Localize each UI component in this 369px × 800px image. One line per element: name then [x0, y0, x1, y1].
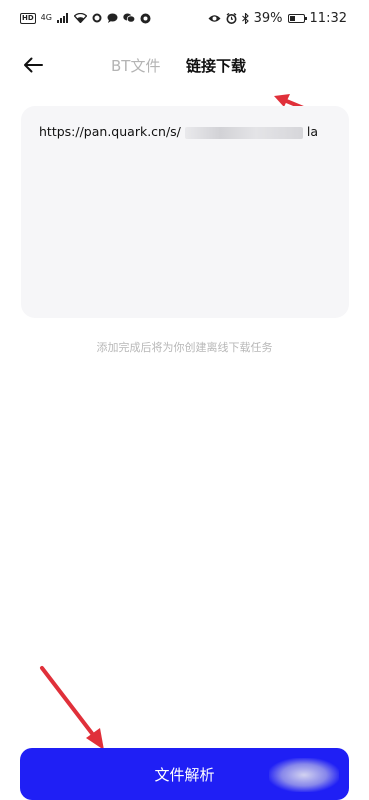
- circle-icon: [92, 13, 102, 23]
- link-input-value[interactable]: https://pan.quark.cn/s/la: [39, 124, 331, 139]
- file-parse-button[interactable]: 文件解析: [20, 748, 349, 800]
- redacted-blur: [184, 126, 303, 139]
- link-text-start: https://pan.quark.cn/s/: [39, 124, 181, 139]
- hd-badge-icon: HD: [20, 12, 36, 24]
- status-left: HD 4G: [20, 12, 151, 24]
- header: BT文件 链接下载: [0, 50, 369, 82]
- status-bar: HD 4G 39% 11:32: [0, 0, 369, 36]
- browser-icon: [140, 13, 151, 24]
- file-parse-label: 文件解析: [154, 765, 215, 784]
- wifi-icon: [73, 13, 87, 23]
- link-input-field[interactable]: https://pan.quark.cn/s/la: [21, 106, 349, 318]
- bluetooth-icon: [241, 12, 249, 24]
- tab-bt-file[interactable]: BT文件: [111, 55, 160, 76]
- chat-icon: [107, 13, 118, 23]
- tab-link-download[interactable]: 链接下载: [186, 55, 246, 76]
- clock-time: 11:32: [309, 10, 347, 26]
- eye-icon: [208, 14, 221, 23]
- redacted-blur: [269, 758, 339, 792]
- annotation-arrow-icon: [40, 666, 104, 750]
- hint-text: 添加完成后将为你创建离线下载任务: [96, 341, 273, 354]
- battery-percent: 39%: [253, 10, 283, 26]
- status-right: 39% 11:32: [208, 11, 347, 26]
- battery-icon: [287, 13, 307, 23]
- wechat-icon: [123, 13, 135, 23]
- arrow-left-icon: [24, 57, 43, 73]
- alarm-icon: [226, 12, 237, 24]
- battery-fill: [289, 15, 295, 21]
- back-button[interactable]: [20, 52, 46, 78]
- signal-icon: [56, 13, 69, 23]
- network-type-label: 4G: [40, 13, 52, 22]
- link-text-end: la: [306, 124, 319, 139]
